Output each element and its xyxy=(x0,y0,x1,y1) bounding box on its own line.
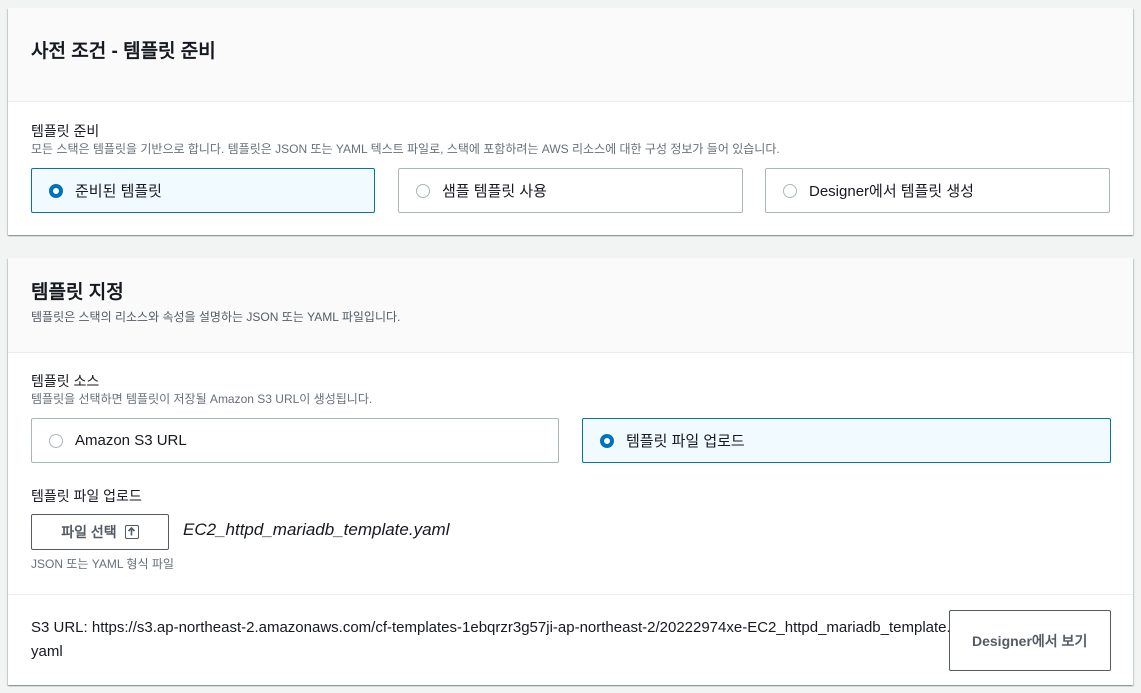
specify-template-title: 템플릿 지정 xyxy=(31,282,124,303)
selected-filename: EC2_httpd_mariadb_template.yaml xyxy=(183,520,450,539)
view-in-designer-button[interactable]: Designer에서 보기 xyxy=(949,610,1111,671)
option-template-ready-label: 준비된 템플릿 xyxy=(75,183,162,200)
upload-template-file-label: 템플릿 파일 업로드 xyxy=(31,488,142,504)
option-upload-template-file-label: 템플릿 파일 업로드 xyxy=(626,433,745,450)
option-create-in-designer-label: Designer에서 템플릿 생성 xyxy=(809,183,974,200)
option-amazon-s3-url-label: Amazon S3 URL xyxy=(75,432,187,449)
prepare-template-label: 템플릿 준비 xyxy=(31,123,100,139)
choose-file-label: 파일 선택 xyxy=(61,524,117,540)
radio-unchecked-icon xyxy=(783,183,797,198)
prerequisite-header: 사전 조건 - 템플릿 준비 xyxy=(8,8,1133,102)
prepare-template-field-header: 템플릿 준비 모든 스택은 템플릿을 기반으로 합니다. 템플릿은 JSON 또… xyxy=(31,122,780,157)
option-create-in-designer[interactable]: Designer에서 템플릿 생성 xyxy=(765,168,1110,213)
file-format-constraint: JSON 또는 YAML 형식 파일 xyxy=(31,557,174,571)
option-upload-template-file[interactable]: 템플릿 파일 업로드 xyxy=(582,418,1111,463)
option-sample-template[interactable]: 샘플 템플릿 사용 xyxy=(398,168,743,213)
radio-checked-icon xyxy=(49,183,63,198)
option-template-ready[interactable]: 준비된 템플릿 xyxy=(31,168,375,213)
option-amazon-s3-url[interactable]: Amazon S3 URL xyxy=(31,418,559,463)
prerequisite-title: 사전 조건 - 템플릿 준비 xyxy=(31,41,216,62)
specify-template-panel: 템플릿 지정 템플릿은 스택의 리소스와 속성을 설명하는 JSON 또는 YA… xyxy=(8,258,1133,685)
radio-unchecked-icon xyxy=(49,433,63,448)
template-source-description: 템플릿을 선택하면 템플릿이 저장될 Amazon S3 URL이 생성됩니다. xyxy=(31,392,373,406)
specify-template-header: 템플릿 지정 템플릿은 스택의 리소스와 속성을 설명하는 JSON 또는 YA… xyxy=(8,258,1133,353)
prerequisite-panel: 사전 조건 - 템플릿 준비 템플릿 준비 모든 스택은 템플릿을 기반으로 합… xyxy=(8,8,1133,235)
choose-file-button[interactable]: 파일 선택 xyxy=(31,514,169,550)
option-sample-template-label: 샘플 템플릿 사용 xyxy=(442,183,547,200)
radio-unchecked-icon xyxy=(416,183,430,198)
radio-checked-icon xyxy=(600,433,614,448)
s3-url-text: S3 URL: https://s3.ap-northeast-2.amazon… xyxy=(31,619,951,660)
divider xyxy=(8,594,1133,595)
template-source-label: 템플릿 소스 xyxy=(31,373,100,389)
specify-template-description: 템플릿은 스택의 리소스와 속성을 설명하는 JSON 또는 YAML 파일입니… xyxy=(31,310,401,324)
upload-icon xyxy=(124,525,139,539)
template-source-field-header: 템플릿 소스 템플릿을 선택하면 템플릿이 저장될 Amazon S3 URL이… xyxy=(31,372,372,407)
prepare-template-description: 모든 스택은 템플릿을 기반으로 합니다. 템플릿은 JSON 또는 YAML … xyxy=(31,142,780,156)
